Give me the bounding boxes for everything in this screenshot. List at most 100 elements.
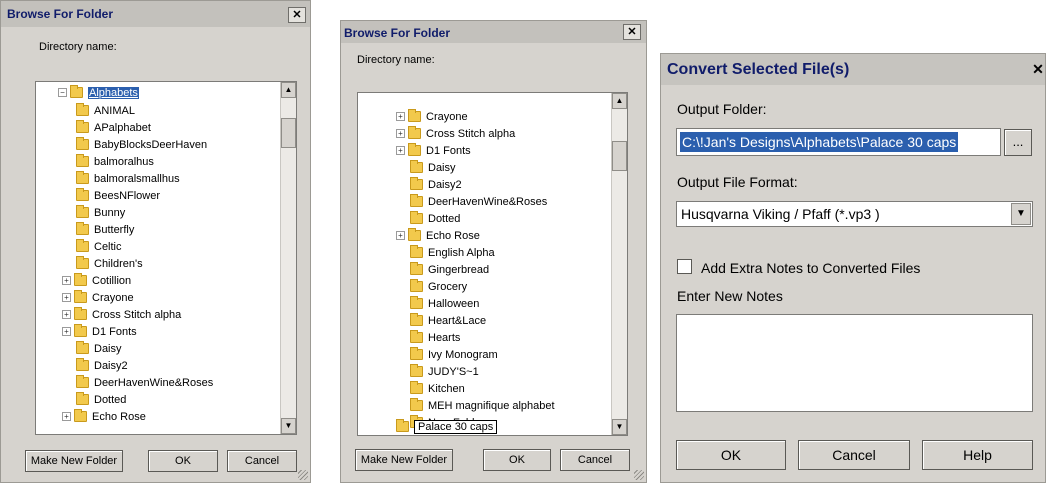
- dialog2-close-button[interactable]: ✕: [623, 24, 641, 40]
- expand-icon[interactable]: +: [62, 276, 71, 285]
- tree-item[interactable]: + Echo Rose: [62, 408, 146, 425]
- notes-textarea[interactable]: [676, 314, 1033, 412]
- tree-item[interactable]: APalphabet: [76, 119, 151, 136]
- tree-item[interactable]: Daisy2: [76, 357, 128, 374]
- dialog2-vertical-scrollbar[interactable]: ▲ ▼: [611, 93, 627, 435]
- output-folder-value: C:\!Jan's Designs\Alphabets\Palace 30 ca…: [680, 132, 959, 152]
- tree-item-label: Alphabets: [88, 86, 139, 99]
- scroll-down-icon[interactable]: ▼: [612, 419, 627, 435]
- resize-grip-icon[interactable]: [634, 470, 644, 480]
- tree-item[interactable]: Heart&Lace: [410, 312, 486, 329]
- add-notes-label[interactable]: Add Extra Notes to Converted Files: [701, 260, 920, 276]
- folder-icon: [76, 171, 89, 184]
- folder-icon: [408, 109, 421, 122]
- tree-item[interactable]: ANIMAL: [76, 102, 135, 119]
- scroll-thumb[interactable]: [612, 141, 627, 171]
- tree-item[interactable]: BabyBlocksDeerHaven: [76, 136, 207, 153]
- tree-item[interactable]: MEH magnifique alphabet: [410, 397, 555, 414]
- tree-item[interactable]: + Crayone: [396, 108, 468, 125]
- expand-icon[interactable]: +: [396, 129, 405, 138]
- tree-item[interactable]: Hearts: [410, 329, 460, 346]
- tree-item[interactable]: balmoralsmallhus: [76, 170, 180, 187]
- collapse-icon[interactable]: −: [58, 88, 67, 97]
- expand-icon[interactable]: +: [396, 231, 405, 240]
- tree-item[interactable]: Bunny: [76, 204, 125, 221]
- folder-icon: [76, 222, 89, 235]
- expand-icon[interactable]: +: [62, 412, 71, 421]
- tree-item[interactable]: Daisy: [76, 340, 122, 357]
- dialog1-folder-tree[interactable]: − Alphabets ANIMAL APalphabet BabyBlocksDe…: [35, 81, 297, 435]
- tree-item[interactable]: Grocery: [410, 278, 467, 295]
- cancel-button[interactable]: Cancel: [798, 440, 910, 470]
- folder-icon: [76, 120, 89, 133]
- dialog3-close-button[interactable]: ✕: [1029, 61, 1046, 79]
- tree-item[interactable]: Children's: [76, 255, 143, 272]
- ok-button[interactable]: OK: [676, 440, 786, 470]
- make-new-folder-button[interactable]: Make New Folder: [25, 450, 123, 472]
- folder-icon: [410, 398, 423, 411]
- tree-item[interactable]: Celtic: [76, 238, 122, 255]
- expand-icon[interactable]: +: [396, 146, 405, 155]
- tree-item[interactable]: Daisy: [410, 159, 456, 176]
- help-button[interactable]: Help: [922, 440, 1033, 470]
- folder-icon: [74, 290, 87, 303]
- add-notes-checkbox[interactable]: [677, 259, 692, 274]
- tree-item[interactable]: + D1 Fonts: [396, 142, 471, 159]
- tree-item-label: JUDY'S~1: [428, 365, 479, 378]
- chevron-down-icon[interactable]: ▼: [1011, 203, 1031, 225]
- folder-icon: [410, 279, 423, 292]
- tree-item[interactable]: + Echo Rose: [396, 227, 480, 244]
- tree-item-label: Hearts: [428, 331, 461, 344]
- tree-item[interactable]: DeerHavenWine&Roses: [76, 374, 213, 391]
- output-format-value: Husqvarna Viking / Pfaff (*.vp3 ): [681, 206, 880, 222]
- folder-icon: [76, 341, 89, 354]
- scroll-up-icon[interactable]: ▲: [281, 82, 296, 98]
- browse-folder-dialog-1: Browse For Folder ✕ Directory name: − Al…: [0, 0, 311, 483]
- tree-item-label: D1 Fonts: [92, 325, 137, 338]
- tree-item[interactable]: Gingerbread: [410, 261, 489, 278]
- scroll-up-icon[interactable]: ▲: [612, 93, 627, 109]
- tree-item[interactable]: balmoralhus: [76, 153, 154, 170]
- tree-item[interactable]: Butterfly: [76, 221, 134, 238]
- cancel-button[interactable]: Cancel: [227, 450, 297, 472]
- tree-item-label: balmoralhus: [94, 155, 154, 168]
- scroll-thumb[interactable]: [281, 118, 296, 148]
- tree-item[interactable]: Ivy Monogram: [410, 346, 498, 363]
- output-format-select[interactable]: Husqvarna Viking / Pfaff (*.vp3 ) ▼: [676, 201, 1033, 227]
- dialog1-close-button[interactable]: ✕: [288, 7, 306, 23]
- output-folder-field[interactable]: C:\!Jan's Designs\Alphabets\Palace 30 ca…: [676, 128, 1001, 156]
- tree-item-label: Cross Stitch alpha: [426, 127, 516, 140]
- expand-icon[interactable]: +: [62, 310, 71, 319]
- tree-item[interactable]: Dotted: [410, 210, 460, 227]
- make-new-folder-button[interactable]: Make New Folder: [355, 449, 453, 471]
- tree-item[interactable]: English Alpha: [410, 244, 495, 261]
- ok-button[interactable]: OK: [148, 450, 218, 472]
- scroll-down-icon[interactable]: ▼: [281, 418, 296, 434]
- tree-item[interactable]: + Cotillion: [62, 272, 131, 289]
- tree-item[interactable]: Kitchen: [410, 380, 465, 397]
- tree-item[interactable]: Halloween: [410, 295, 479, 312]
- resize-grip-icon[interactable]: [298, 470, 308, 480]
- dialog1-vertical-scrollbar[interactable]: ▲ ▼: [280, 82, 296, 434]
- tree-item[interactable]: Dotted: [76, 391, 126, 408]
- rename-input[interactable]: Palace 30 caps: [414, 419, 498, 434]
- tree-item[interactable]: JUDY'S~1: [410, 363, 479, 380]
- ok-button[interactable]: OK: [483, 449, 551, 471]
- cancel-button[interactable]: Cancel: [560, 449, 630, 471]
- expand-icon[interactable]: +: [62, 293, 71, 302]
- tree-item[interactable]: BeesNFlower: [76, 187, 160, 204]
- tree-item[interactable]: Daisy2: [410, 176, 462, 193]
- tree-item-editing[interactable]: Palace 30 caps: [396, 418, 498, 435]
- dialog2-folder-tree[interactable]: + Crayone + Cross Stitch alpha + D1 Fonts Dais…: [357, 92, 628, 436]
- expand-icon[interactable]: +: [396, 112, 405, 121]
- tree-item-selected[interactable]: − Alphabets: [58, 84, 139, 101]
- tree-item-label: DeerHavenWine&Roses: [94, 376, 214, 389]
- tree-item[interactable]: DeerHavenWine&Roses: [410, 193, 547, 210]
- tree-item[interactable]: + Cross Stitch alpha: [396, 125, 515, 142]
- tree-item[interactable]: + D1 Fonts: [62, 323, 137, 340]
- tree-item[interactable]: + Crayone: [62, 289, 134, 306]
- expand-icon[interactable]: +: [62, 327, 71, 336]
- browse-folder-button[interactable]: ...: [1004, 129, 1032, 156]
- tree-item[interactable]: + Cross Stitch alpha: [62, 306, 181, 323]
- tree-item-label: Cross Stitch alpha: [92, 308, 182, 321]
